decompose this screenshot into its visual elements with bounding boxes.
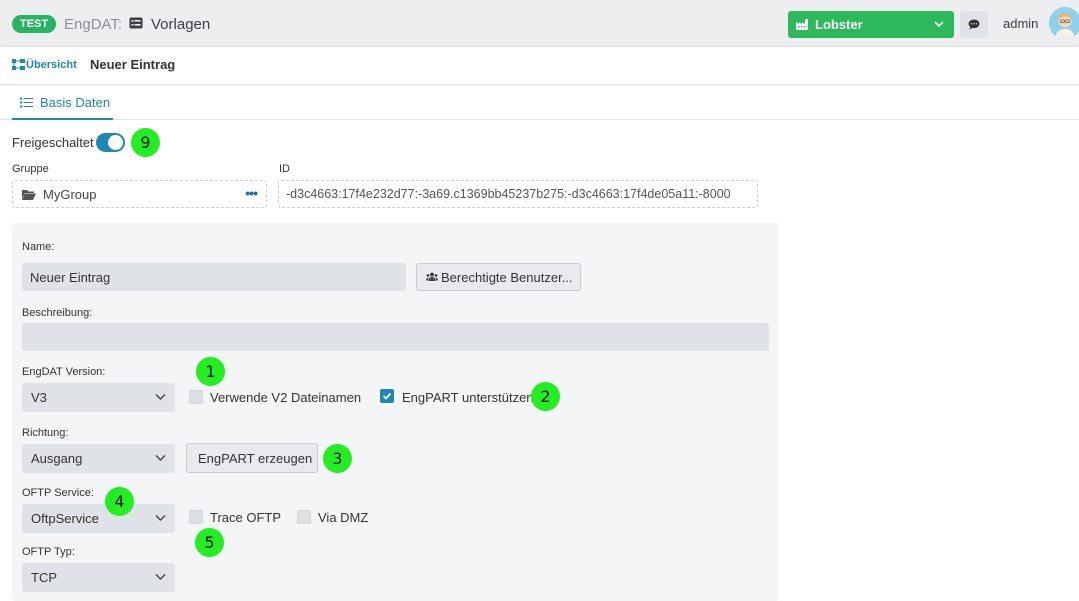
- more-icon[interactable]: •••: [245, 185, 258, 201]
- list-icon: [20, 97, 33, 108]
- messages-button[interactable]: [960, 11, 988, 38]
- name-input[interactable]: Neuer Eintrag: [22, 263, 406, 291]
- check-icon: [382, 392, 392, 400]
- annotation-marker-3: 3: [323, 444, 352, 473]
- oftp-type-select[interactable]: TCP: [22, 563, 175, 592]
- direction-value: Ausgang: [31, 451, 83, 466]
- chevron-down-icon: [155, 515, 166, 521]
- trace-oftp-checkbox[interactable]: [189, 510, 203, 524]
- annotation-marker-4: 4: [105, 487, 134, 516]
- name-value: Neuer Eintrag: [30, 270, 111, 285]
- chevron-down-icon: [155, 455, 166, 461]
- tab-label: Basis Daten: [40, 95, 111, 110]
- engpart-support-checkbox[interactable]: [380, 389, 394, 403]
- oftp-service-select[interactable]: OftpService: [22, 504, 175, 533]
- description-input[interactable]: [22, 323, 769, 351]
- via-dmz-label: Via DMZ: [318, 510, 369, 525]
- sitemap-icon: [12, 59, 25, 70]
- tab-basis-daten[interactable]: Basis Daten: [12, 86, 113, 120]
- tenant-label: Lobster: [815, 17, 863, 32]
- version-label: EngDAT Version:: [22, 366, 106, 378]
- oftp-service-value: OftpService: [31, 511, 99, 526]
- id-label: ID: [279, 163, 290, 175]
- chevron-down-icon: [934, 21, 944, 28]
- list-box-icon: [129, 17, 143, 29]
- trace-oftp-label: Trace OFTP: [210, 510, 282, 525]
- group-value: MyGroup: [43, 187, 97, 202]
- chevron-down-icon: [155, 394, 166, 400]
- user-avatar-icon: [1049, 7, 1079, 39]
- via-dmz-checkbox[interactable]: [297, 510, 311, 524]
- version-select[interactable]: V3: [22, 383, 175, 412]
- oftp-service-label: OFTP Service:: [22, 487, 94, 499]
- user-name[interactable]: admin: [1003, 16, 1038, 31]
- group-label: Gruppe: [12, 163, 49, 175]
- folder-open-icon: [22, 190, 36, 200]
- users-icon: [426, 272, 438, 281]
- breadcrumb-current: Neuer Eintrag: [90, 57, 176, 72]
- breadcrumb: Übersicht Neuer Eintrag: [0, 47, 1079, 85]
- use-v2-filenames-checkbox[interactable]: [189, 390, 203, 404]
- top-bar: TEST EngDAT: Vorlagen Lobster admin: [0, 0, 1079, 47]
- chevron-down-icon: [155, 574, 166, 580]
- settings-panel: Name: Neuer Eintrag Berechtigte Benutzer…: [12, 223, 779, 601]
- id-value: -d3c4663:17f4e232d77:-3a69.c1369bb45237b…: [286, 187, 731, 201]
- section-title[interactable]: Vorlagen: [151, 16, 210, 33]
- annotation-marker-2: 2: [531, 382, 560, 411]
- annotation-marker-1: 1: [196, 357, 225, 386]
- tenant-select[interactable]: Lobster: [788, 11, 954, 38]
- id-field[interactable]: -d3c4663:17f4e232d77:-3a69.c1369bb45237b…: [278, 180, 758, 208]
- direction-label: Richtung:: [22, 427, 69, 439]
- oftp-type-label: OFTP Typ:: [22, 546, 75, 558]
- engpart-support-label: EngPART unterstützen: [402, 390, 534, 405]
- use-v2-filenames-label: Verwende V2 Dateinamen: [210, 390, 362, 405]
- enabled-label: Freigeschaltet: [12, 135, 94, 150]
- annotation-marker-5: 5: [195, 528, 224, 557]
- direction-select[interactable]: Ausgang: [22, 444, 175, 473]
- enabled-toggle[interactable]: [96, 133, 125, 152]
- breadcrumb-overview-link[interactable]: Übersicht: [26, 59, 77, 71]
- version-value: V3: [31, 390, 47, 405]
- group-field[interactable]: MyGroup •••: [12, 180, 267, 208]
- authorized-users-button[interactable]: Berechtigte Benutzer...: [416, 263, 581, 291]
- avatar[interactable]: [1049, 7, 1079, 39]
- authorized-users-label: Berechtigte Benutzer...: [441, 270, 573, 285]
- environment-badge: TEST: [12, 15, 57, 33]
- name-label: Name:: [22, 241, 55, 253]
- tab-bar: Basis Daten: [0, 86, 1079, 120]
- app-name: EngDAT:: [64, 16, 123, 33]
- engpart-create-button[interactable]: EngPART erzeugen: [186, 443, 318, 473]
- engpart-create-label: EngPART erzeugen: [198, 451, 313, 466]
- chat-bubble-icon: [968, 19, 980, 30]
- oftp-type-value: TCP: [31, 570, 57, 585]
- factory-icon: [796, 19, 808, 30]
- annotation-marker-9: 9: [131, 128, 160, 157]
- description-label: Beschreibung:: [22, 307, 93, 319]
